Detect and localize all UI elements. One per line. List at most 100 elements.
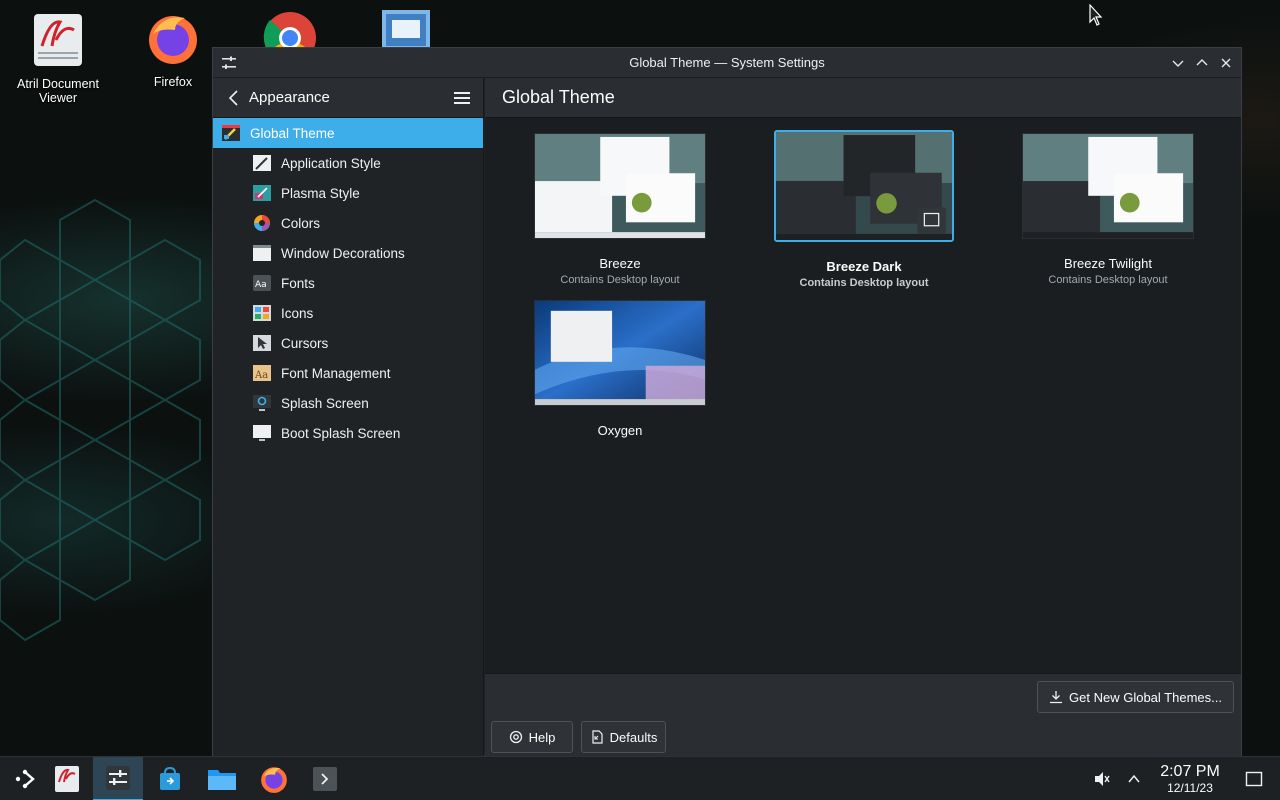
atril-icon bbox=[34, 14, 82, 66]
theme-card-oxygen[interactable]: Oxygen bbox=[530, 300, 710, 438]
theme-name: Breeze Dark bbox=[826, 259, 902, 274]
global-theme-icon bbox=[222, 125, 240, 141]
volume-muted-icon bbox=[1095, 772, 1110, 786]
sidebar-item-boot-splash-screen[interactable]: Boot Splash Screen bbox=[213, 418, 483, 448]
settings-app-icon[interactable] bbox=[221, 55, 237, 71]
plasma-style-icon bbox=[253, 185, 271, 201]
desktop-icon-atril[interactable]: Atril Document Viewer bbox=[10, 12, 106, 105]
get-new-global-themes-label: Get New Global Themes... bbox=[1069, 689, 1222, 705]
sidebar-item-application-style[interactable]: Application Style bbox=[213, 148, 483, 178]
boot-splash-screen-icon bbox=[253, 425, 271, 441]
help-button[interactable]: Help bbox=[491, 721, 573, 753]
get-new-global-themes-button[interactable]: Get New Global Themes... bbox=[1037, 681, 1234, 713]
sidebar-item-label: Splash Screen bbox=[281, 395, 369, 411]
theme-name: Breeze Twilight bbox=[1064, 256, 1152, 271]
terminal-icon bbox=[313, 767, 337, 791]
page-title: Global Theme bbox=[485, 78, 1241, 118]
show-desktop-icon bbox=[1245, 771, 1263, 787]
sidebar: Appearance Global Theme Application Styl… bbox=[213, 78, 484, 756]
theme-preview-oxygen bbox=[534, 300, 706, 406]
sidebar-back-label[interactable]: Appearance bbox=[249, 89, 330, 106]
main-content: Global Theme Breeze Contains Desktop lay… bbox=[485, 78, 1241, 756]
taskbar-terminal[interactable] bbox=[300, 757, 350, 800]
sidebar-item-splash-screen[interactable]: Splash Screen bbox=[213, 388, 483, 418]
system-settings-window: Global Theme — System Settings Appearanc… bbox=[212, 47, 1242, 756]
taskbar-firefox[interactable] bbox=[249, 757, 299, 800]
sidebar-item-font-management[interactable]: Aa Font Management bbox=[213, 358, 483, 388]
sidebar-header: Appearance bbox=[213, 78, 483, 118]
window-title: Global Theme — System Settings bbox=[629, 55, 825, 70]
chevron-up-icon bbox=[1128, 774, 1140, 783]
sidebar-item-label: Colors bbox=[281, 215, 321, 231]
sidebar-item-plasma-style[interactable]: Plasma Style bbox=[213, 178, 483, 208]
maximize-button[interactable] bbox=[1193, 53, 1211, 73]
sidebar-item-label: Global Theme bbox=[250, 125, 335, 141]
sidebar-item-label: Font Management bbox=[281, 365, 391, 381]
folder-icon bbox=[208, 770, 236, 790]
theme-preview-breeze-twilight bbox=[1022, 133, 1194, 239]
help-label: Help bbox=[528, 729, 556, 745]
theme-card-breeze[interactable]: Breeze Contains Desktop layout bbox=[530, 133, 710, 286]
desktop-icon-label: Firefox bbox=[153, 75, 193, 89]
splash-screen-icon bbox=[253, 395, 271, 411]
back-arrow-icon[interactable] bbox=[225, 89, 243, 107]
sidebar-item-global-theme[interactable]: Global Theme bbox=[213, 118, 483, 148]
firefox-icon bbox=[149, 16, 197, 64]
sidebar-item-fonts[interactable]: Aa Fonts bbox=[213, 268, 483, 298]
svg-text:Aa: Aa bbox=[254, 370, 268, 381]
theme-subtitle: Contains Desktop layout bbox=[1048, 274, 1168, 286]
close-icon bbox=[1221, 58, 1231, 68]
theme-card-breeze-dark[interactable]: Breeze Dark Contains Desktop layout bbox=[774, 130, 954, 289]
download-icon bbox=[1050, 691, 1063, 704]
clock-date: 12/11/23 bbox=[1167, 781, 1213, 795]
theme-subtitle: Contains Desktop layout bbox=[799, 277, 929, 289]
icons-icon bbox=[253, 305, 271, 321]
taskbar: 2:07 PM 12/11/23 bbox=[0, 756, 1280, 800]
firefox-icon bbox=[261, 767, 287, 793]
clock-time: 2:07 PM bbox=[1160, 763, 1220, 780]
window-titlebar[interactable]: Global Theme — System Settings bbox=[213, 48, 1241, 78]
plasma-launcher-icon bbox=[15, 769, 35, 789]
help-icon bbox=[509, 730, 522, 744]
atril-icon bbox=[55, 766, 79, 792]
show-desktop-button[interactable] bbox=[1232, 757, 1276, 800]
sidebar-item-label: Cursors bbox=[281, 335, 329, 351]
fonts-icon: Aa bbox=[253, 275, 271, 291]
sidebar-item-window-decorations[interactable]: Window Decorations bbox=[213, 238, 483, 268]
minimize-button[interactable] bbox=[1169, 53, 1187, 73]
sidebar-item-label: Boot Splash Screen bbox=[281, 425, 401, 441]
close-button[interactable] bbox=[1217, 53, 1235, 73]
sidebar-item-colors[interactable]: Colors bbox=[213, 208, 483, 238]
defaults-label: Defaults bbox=[609, 729, 658, 745]
theme-name: Oxygen bbox=[597, 423, 643, 438]
sidebar-item-icons[interactable]: Icons bbox=[213, 298, 483, 328]
desktop-icon-label: Atril Document Viewer bbox=[17, 77, 99, 105]
cursors-icon bbox=[253, 335, 271, 351]
theme-name: Breeze bbox=[599, 256, 641, 271]
sidebar-item-label: Application Style bbox=[281, 155, 381, 171]
application-style-icon bbox=[253, 155, 271, 171]
settings-app-icon bbox=[106, 766, 130, 790]
font-management-icon: Aa bbox=[253, 365, 271, 381]
theme-grid: Breeze Contains Desktop layout Breeze Da… bbox=[485, 118, 1241, 673]
sidebar-item-cursors[interactable]: Cursors bbox=[213, 328, 483, 358]
taskbar-discover[interactable] bbox=[145, 757, 195, 800]
mouse-cursor-icon bbox=[1089, 4, 1103, 26]
taskbar-file-manager[interactable] bbox=[197, 757, 247, 800]
sidebar-item-label: Window Decorations bbox=[281, 245, 405, 261]
taskbar-system-settings[interactable] bbox=[93, 757, 143, 800]
svg-text:Aa: Aa bbox=[255, 280, 267, 290]
sidebar-item-label: Icons bbox=[281, 305, 314, 321]
store-bag-icon bbox=[160, 766, 180, 790]
theme-card-breeze-twilight[interactable]: Breeze Twilight Contains Desktop layout bbox=[1018, 133, 1198, 286]
taskbar-atril[interactable] bbox=[42, 757, 92, 800]
sidebar-item-label: Plasma Style bbox=[281, 185, 360, 201]
theme-preview-breeze-dark bbox=[774, 130, 954, 242]
window-decorations-icon bbox=[253, 245, 271, 261]
chevron-up-icon bbox=[1196, 59, 1208, 66]
sidebar-item-label: Fonts bbox=[281, 275, 315, 291]
desktop-icon-firefox[interactable]: Firefox bbox=[125, 10, 221, 89]
digital-clock[interactable]: 2:07 PM 12/11/23 bbox=[1150, 763, 1230, 795]
hamburger-menu-icon[interactable] bbox=[453, 89, 471, 107]
defaults-button[interactable]: Defaults bbox=[581, 721, 666, 753]
